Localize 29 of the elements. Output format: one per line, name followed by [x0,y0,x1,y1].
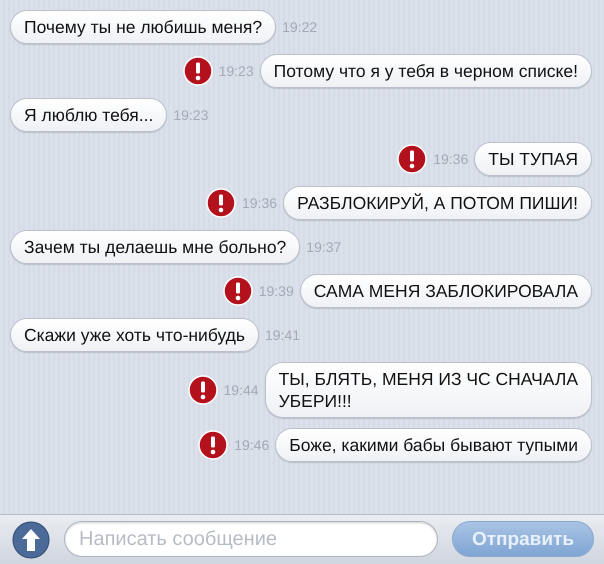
message-bubble: Зачем ты делаешь мне больно? [10,230,300,264]
upload-icon[interactable] [12,521,50,559]
message-time: 19:22 [282,18,318,36]
message-time: 19:39 [258,282,294,300]
message-bubble: ТЫ, БЛЯТЬ, МЕНЯ ИЗ ЧС СНАЧАЛА УБЕРИ!!! [264,362,592,418]
message-time: 19:46 [234,436,270,454]
error-icon[interactable] [198,430,228,460]
message-bubble: Я люблю тебя... [10,98,168,132]
message-time: 19:37 [306,238,342,256]
message-bubble: РАЗБЛОКИРУЙ, А ПОТОМ ПИШИ! [283,186,592,220]
message-bubble: Почему ты не любишь меня? [10,10,276,44]
message-time: 19:44 [224,380,259,400]
message-bubble: САМА МЕНЯ ЗАБЛОКИРОВАЛА [300,274,592,308]
message-bubble: Боже, какими бабы бывают тупыми [275,428,592,462]
message-field[interactable]: Написать сообщение [64,521,438,557]
error-icon[interactable] [182,56,213,86]
error-icon[interactable] [188,375,218,405]
send-button[interactable]: Отправить [452,521,594,557]
message-time: 19:36 [433,150,468,168]
message-bubble: Скажи уже хоть что-нибудь [10,318,259,352]
error-icon[interactable] [222,276,253,306]
message-time: 19:41 [264,326,300,344]
error-icon[interactable] [206,188,236,218]
message-time: 19:36 [242,194,278,212]
message-bubble: Потому что я у тебя в черном списке! [260,54,592,88]
message-time: 19:23 [173,106,208,124]
message-time: 19:23 [218,62,254,80]
message-bubble: ТЫ ТУПАЯ [474,142,592,176]
error-icon[interactable] [397,144,428,174]
